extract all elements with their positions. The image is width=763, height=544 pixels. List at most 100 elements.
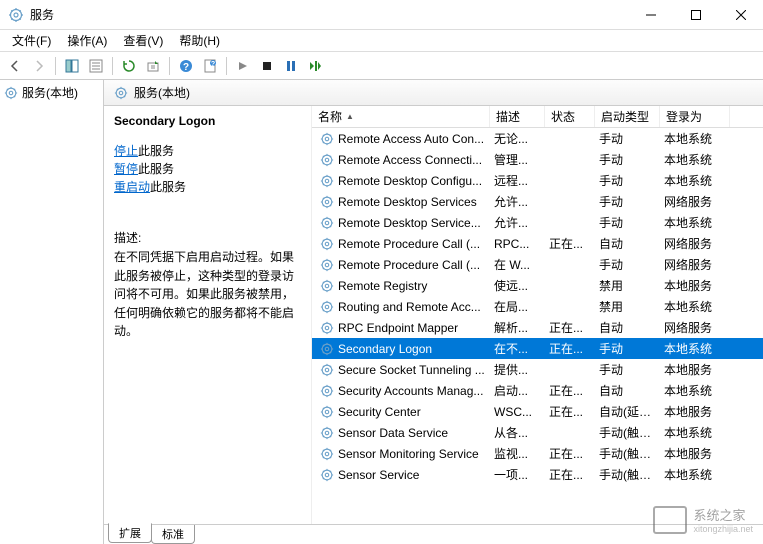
column-headers: 名称▲ 描述 状态 启动类型 登录为 — [312, 106, 763, 128]
table-row[interactable]: Security CenterWSC...正在...自动(延迟...本地服务 — [312, 401, 763, 422]
service-name: Security Accounts Manag... — [338, 384, 483, 398]
service-start-type: 手动 — [595, 256, 660, 273]
table-row[interactable]: Remote Desktop Services允许...手动网络服务 — [312, 191, 763, 212]
service-desc: RPC... — [490, 237, 545, 251]
service-name: Remote Procedure Call (... — [338, 237, 480, 251]
gear-icon — [320, 258, 334, 272]
table-row[interactable]: Remote Procedure Call (...RPC...正在...自动网… — [312, 233, 763, 254]
start-service-button[interactable] — [232, 55, 254, 77]
service-desc: 在 W... — [490, 256, 545, 273]
service-desc: 解析... — [490, 319, 545, 336]
service-name: Remote Access Auto Con... — [338, 132, 484, 146]
gear-icon — [320, 321, 334, 335]
table-row[interactable]: RPC Endpoint Mapper解析...正在...自动网络服务 — [312, 317, 763, 338]
service-start-type: 手动 — [595, 130, 660, 147]
service-start-type: 手动 — [595, 214, 660, 231]
restart-service-button[interactable] — [304, 55, 326, 77]
watermark-text2: xitongzhijia.net — [693, 524, 753, 534]
table-row[interactable]: Remote Access Connecti...管理...手动本地系统 — [312, 149, 763, 170]
gear-icon — [320, 300, 334, 314]
stop-service-button[interactable] — [256, 55, 278, 77]
svg-text:?: ? — [211, 61, 215, 68]
table-row[interactable]: Security Accounts Manag...启动...正在...自动本地… — [312, 380, 763, 401]
description-pane: Secondary Logon 停止此服务 暂停此服务 重启动此服务 描述: 在… — [104, 106, 312, 524]
gear-icon — [320, 174, 334, 188]
service-logon-as: 本地系统 — [660, 151, 730, 168]
stop-link[interactable]: 停止 — [114, 144, 138, 158]
service-logon-as: 本地服务 — [660, 403, 730, 420]
menu-file[interactable]: 文件(F) — [4, 30, 59, 51]
service-name: Secure Socket Tunneling ... — [338, 363, 485, 377]
service-desc: 从各... — [490, 424, 545, 441]
window-title: 服务 — [30, 6, 628, 23]
column-status[interactable]: 状态 — [545, 106, 595, 127]
tree-pane: 服务(本地) — [0, 80, 104, 544]
pause-service-button[interactable] — [280, 55, 302, 77]
table-row[interactable]: Sensor Data Service从各...手动(触发...本地系统 — [312, 422, 763, 443]
column-logon-as[interactable]: 登录为 — [660, 106, 730, 127]
watermark-logo-icon — [653, 506, 687, 534]
tree-item-services-local[interactable]: 服务(本地) — [0, 82, 103, 103]
service-start-type: 手动 — [595, 340, 660, 357]
service-start-type: 禁用 — [595, 277, 660, 294]
service-name: Routing and Remote Acc... — [338, 300, 481, 314]
table-row[interactable]: Remote Desktop Service...允许...手动本地系统 — [312, 212, 763, 233]
gear-icon — [320, 279, 334, 293]
show-hide-tree-button[interactable] — [61, 55, 83, 77]
menu-action[interactable]: 操作(A) — [59, 30, 115, 51]
pause-link[interactable]: 暂停 — [114, 162, 138, 176]
table-row[interactable]: Sensor Service一项...正在...手动(触发...本地系统 — [312, 464, 763, 485]
toolbar: ? ? — [0, 52, 763, 80]
description-text: 在不同凭据下启用启动过程。如果此服务被停止，这种类型的登录访问将不可用。如果此服… — [114, 248, 301, 341]
column-startup-type[interactable]: 启动类型 — [595, 106, 660, 127]
table-row[interactable]: Routing and Remote Acc...在局...禁用本地系统 — [312, 296, 763, 317]
service-name: Sensor Data Service — [338, 426, 448, 440]
service-desc: 管理... — [490, 151, 545, 168]
column-name[interactable]: 名称▲ — [312, 106, 490, 127]
service-list[interactable]: Remote Access Auto Con...无论...手动本地系统Remo… — [312, 128, 763, 524]
service-name: Remote Desktop Configu... — [338, 174, 482, 188]
help-topic-button[interactable]: ? — [199, 55, 221, 77]
gear-icon — [320, 153, 334, 167]
table-row[interactable]: Remote Access Auto Con...无论...手动本地系统 — [312, 128, 763, 149]
forward-button[interactable] — [28, 55, 50, 77]
maximize-button[interactable] — [673, 0, 718, 29]
tab-standard[interactable]: 标准 — [151, 525, 195, 544]
service-desc: 监视... — [490, 445, 545, 462]
tree-item-label: 服务(本地) — [22, 84, 78, 101]
close-button[interactable] — [718, 0, 763, 29]
service-logon-as: 本地系统 — [660, 382, 730, 399]
table-row[interactable]: Remote Registry使远...禁用本地服务 — [312, 275, 763, 296]
service-status: 正在... — [545, 340, 595, 357]
list-header-label: 服务(本地) — [134, 84, 190, 101]
service-name: Remote Desktop Services — [338, 195, 477, 209]
gear-icon — [320, 447, 334, 461]
service-start-type: 自动 — [595, 319, 660, 336]
column-description[interactable]: 描述 — [490, 106, 545, 127]
minimize-button[interactable] — [628, 0, 673, 29]
service-desc: 允许... — [490, 193, 545, 210]
refresh-button[interactable] — [118, 55, 140, 77]
service-logon-as: 本地系统 — [660, 172, 730, 189]
table-row[interactable]: Secure Socket Tunneling ...提供...手动本地服务 — [312, 359, 763, 380]
service-name: Remote Registry — [338, 279, 427, 293]
service-name: Sensor Monitoring Service — [338, 447, 479, 461]
menu-help[interactable]: 帮助(H) — [171, 30, 228, 51]
help-button[interactable]: ? — [175, 55, 197, 77]
properties-button[interactable] — [85, 55, 107, 77]
export-button[interactable] — [142, 55, 164, 77]
table-row[interactable]: Remote Procedure Call (...在 W...手动网络服务 — [312, 254, 763, 275]
tab-extended[interactable]: 扩展 — [108, 523, 152, 543]
table-row[interactable]: Remote Desktop Configu...远程...手动本地系统 — [312, 170, 763, 191]
menu-view[interactable]: 查看(V) — [115, 30, 171, 51]
restart-link[interactable]: 重启动 — [114, 180, 150, 194]
service-start-type: 手动(触发... — [595, 466, 660, 483]
service-start-type: 手动 — [595, 193, 660, 210]
table-row[interactable]: Secondary Logon在不...正在...手动本地系统 — [312, 338, 763, 359]
service-logon-as: 本地系统 — [660, 424, 730, 441]
service-logon-as: 网络服务 — [660, 319, 730, 336]
gear-icon — [320, 468, 334, 482]
back-button[interactable] — [4, 55, 26, 77]
table-row[interactable]: Sensor Monitoring Service监视...正在...手动(触发… — [312, 443, 763, 464]
service-status: 正在... — [545, 403, 595, 420]
